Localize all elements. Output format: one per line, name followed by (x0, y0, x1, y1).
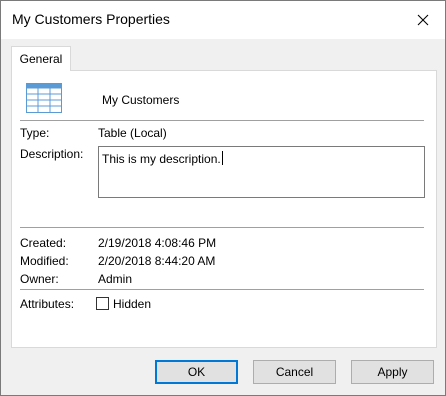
dialog-title: My Customers Properties (12, 11, 170, 27)
cancel-button-label: Cancel (275, 365, 314, 379)
divider (20, 227, 424, 228)
ok-button[interactable]: OK (155, 360, 238, 384)
divider (20, 289, 424, 290)
apply-button-label: Apply (377, 365, 408, 379)
tab-general[interactable]: General (11, 46, 71, 71)
hidden-label[interactable]: Hidden (113, 297, 151, 311)
general-panel: My Customers Type: Table (Local) Descrip… (11, 70, 437, 348)
apply-button[interactable]: Apply (351, 360, 434, 384)
close-icon (417, 14, 429, 26)
description-field[interactable]: This is my description. (98, 146, 425, 198)
owner-value: Admin (98, 272, 133, 286)
text-caret (221, 151, 223, 165)
properties-dialog: My Customers Properties General My Custo… (0, 0, 446, 396)
cancel-button[interactable]: Cancel (253, 360, 336, 384)
owner-label: Owner: (20, 272, 59, 286)
table-icon (26, 83, 62, 113)
close-button[interactable] (401, 1, 445, 39)
type-value: Table (Local) (98, 126, 167, 140)
divider (20, 120, 424, 121)
hidden-checkbox[interactable] (96, 297, 109, 310)
attributes-label: Attributes: (20, 297, 75, 311)
description-text: This is my description. (102, 152, 221, 166)
ok-button-label: OK (187, 365, 206, 379)
object-name: My Customers (102, 93, 180, 107)
modified-value: 2/20/2018 8:44:20 AM (98, 254, 216, 268)
description-label: Description: (20, 147, 84, 161)
type-label: Type: (20, 126, 50, 140)
modified-label: Modified: (20, 254, 69, 268)
tab-general-label: General (19, 52, 63, 66)
created-label: Created: (20, 236, 67, 250)
title-bar: My Customers Properties (1, 1, 445, 39)
created-value: 2/19/2018 4:08:46 PM (98, 236, 217, 250)
